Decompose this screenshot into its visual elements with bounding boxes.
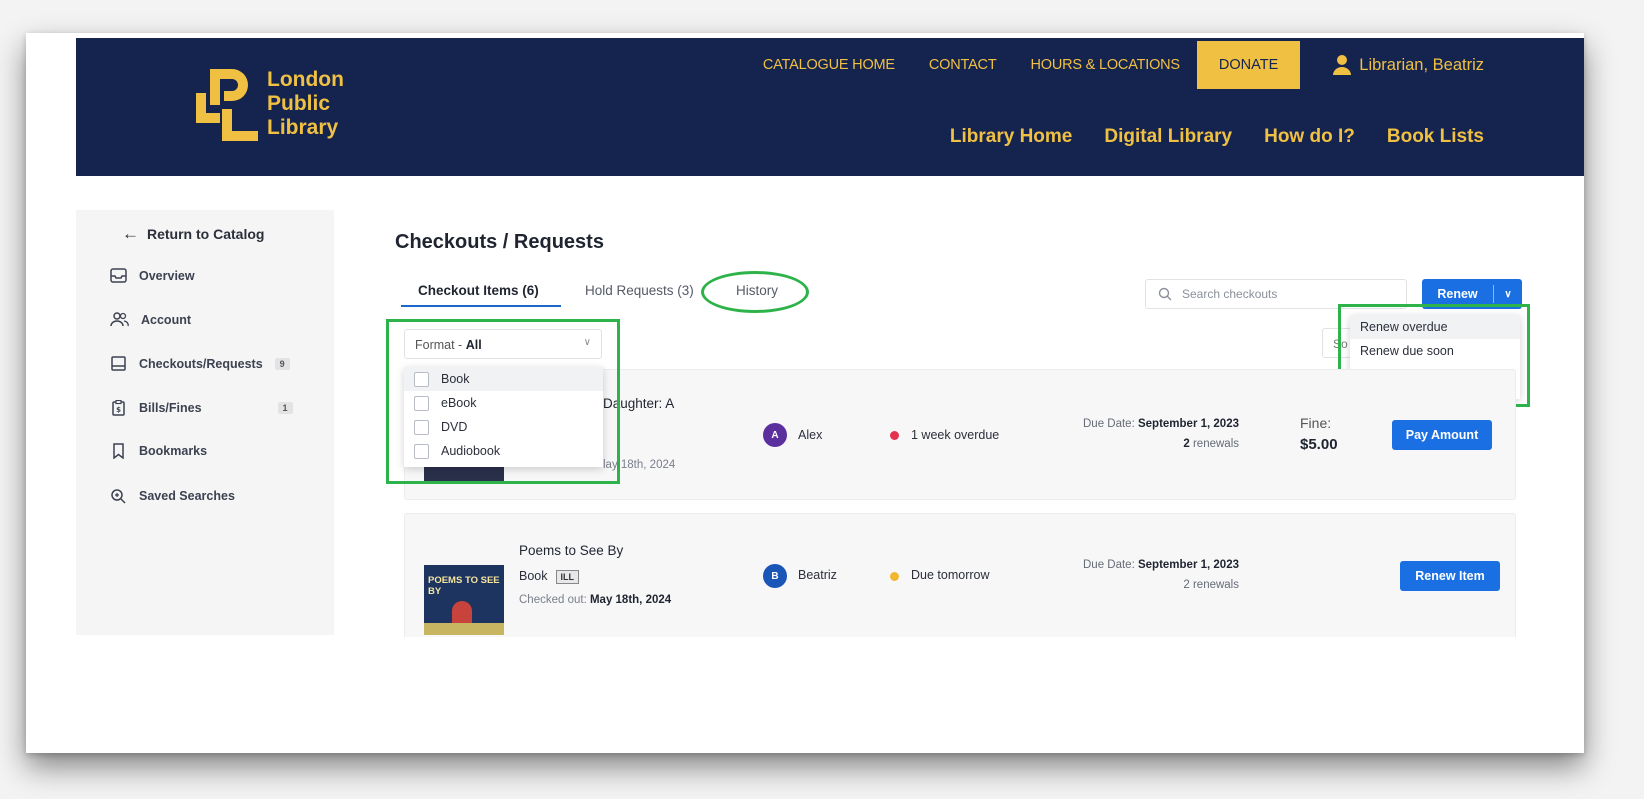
fine-label: Fine: [1300,415,1332,431]
svg-text:$: $ [116,406,121,414]
pay-amount-button[interactable]: Pay Amount [1392,420,1492,450]
user-name: Librarian, Beatriz [1359,55,1484,74]
checked-out-value: May 18th, 2024 [589,594,672,606]
avatar: B [763,564,787,588]
screenshot-frame: London Public Library CATALOGUE HOME CON… [26,33,1584,753]
arrow-left-icon: ← [122,224,139,243]
sidebar-item-label: Bookmarks [139,444,208,458]
checked-out-label: Checked out: [519,594,590,606]
tab-hold-requests[interactable]: Hold Requests (3) [585,283,694,298]
due-label: Due Date: [1083,418,1138,430]
return-label: Return to Catalog [147,226,265,242]
sidebar-item-saved-searches[interactable]: Saved Searches [110,488,235,504]
nav-contact[interactable]: CONTACT [912,57,1014,73]
bills-count-badge: 1 [277,402,293,414]
user-icon [1333,55,1352,75]
ill-badge: ILL [555,570,579,584]
renewals-text: renewals [1189,438,1239,450]
format-filter-highlight-box [386,319,620,484]
status-dot-icon [890,431,899,440]
library-logo-icon [196,69,258,141]
sidebar-item-label: Checkouts/Requests [139,356,263,371]
due-date: Due Date: September 1, 2023 [1083,418,1239,430]
users-icon [110,312,129,327]
due-label: Due Date: [1083,559,1138,571]
book-icon [111,356,126,371]
due-date-value: September 1, 2023 [1137,418,1239,430]
cover-title: POEMS TO SEE BY [428,575,500,597]
sidebar-item-bookmarks[interactable]: Bookmarks [110,443,207,459]
nav-digital-library[interactable]: Digital Library [1088,126,1248,148]
renew-button-label[interactable]: Renew [1422,287,1493,301]
renewals: 2 renewals [1183,579,1239,591]
chevron-down-icon[interactable]: ∨ [1494,289,1522,300]
nav-hours-locations[interactable]: HOURS & LOCATIONS [1013,57,1196,73]
donate-button[interactable]: DONATE [1196,41,1301,89]
search-placeholder: Search checkouts [1182,287,1278,301]
page-title: Checkouts / Requests [395,231,604,253]
active-tab-indicator [401,305,561,307]
account-sidebar: ← Return to Catalog Overview Account Che… [76,210,334,635]
book-title[interactable]: Poems to See By [519,543,623,558]
book-cover-image: POEMS TO SEE BY [424,565,504,635]
avatar: A [763,423,787,447]
library-logo-text[interactable]: London Public Library [267,68,344,140]
status-dot-icon [890,572,899,581]
book-format: Book ILL [519,569,579,584]
patron-name: Beatriz [798,568,837,582]
bookmark-icon [113,443,124,459]
sidebar-item-label: Saved Searches [139,489,235,503]
main-nav: Library Home Digital Library How do I? B… [934,126,1500,148]
tab-checkout-items[interactable]: Checkout Items (6) [418,283,539,298]
sidebar-item-overview[interactable]: Overview [110,268,195,283]
search-icon [1158,287,1172,301]
nav-catalogue-home[interactable]: CATALOGUE HOME [746,57,912,73]
return-to-catalog-link[interactable]: ← Return to Catalog [122,224,264,244]
nav-how-do-i[interactable]: How do I? [1248,126,1371,148]
cover-figure [452,601,472,625]
site-header: London Public Library CATALOGUE HOME CON… [76,38,1584,176]
book-type: Book [519,569,548,583]
sidebar-item-label: Account [141,312,191,327]
status-text: Due tomorrow [911,568,990,582]
checkouts-count-badge: 9 [274,357,290,370]
renewals: 2 renewals [1183,438,1239,450]
user-menu[interactable]: Librarian, Beatriz [1333,55,1484,75]
receipt-icon: $ [112,400,125,416]
sidebar-item-account[interactable]: Account [110,312,191,327]
history-highlight-circle [701,271,809,313]
sidebar-item-bills[interactable]: $ Bills/Fines 1 [110,400,293,416]
patron-name: Alex [798,428,823,442]
utility-nav: CATALOGUE HOME CONTACT HOURS & LOCATIONS… [746,41,1484,89]
sidebar-item-checkouts[interactable]: Checkouts/Requests 9 [110,356,290,371]
checked-out-date: Checked out: May 18th, 2024 [519,594,671,606]
nav-book-lists[interactable]: Book Lists [1371,126,1500,148]
inbox-icon [110,268,127,283]
status-text: 1 week overdue [911,428,1000,442]
cover-sea [424,623,504,635]
sidebar-item-label: Overview [139,268,195,283]
fine-amount: $5.00 [1300,436,1338,453]
due-date-value: September 1, 2023 [1137,559,1239,571]
renew-item-button[interactable]: Renew Item [1400,561,1500,591]
sidebar-item-label: Bills/Fines [139,401,202,415]
due-date: Due Date: September 1, 2023 [1083,559,1239,571]
nav-library-home[interactable]: Library Home [934,126,1088,148]
search-plus-icon [111,489,126,504]
page-bottom-blank [26,637,1584,753]
